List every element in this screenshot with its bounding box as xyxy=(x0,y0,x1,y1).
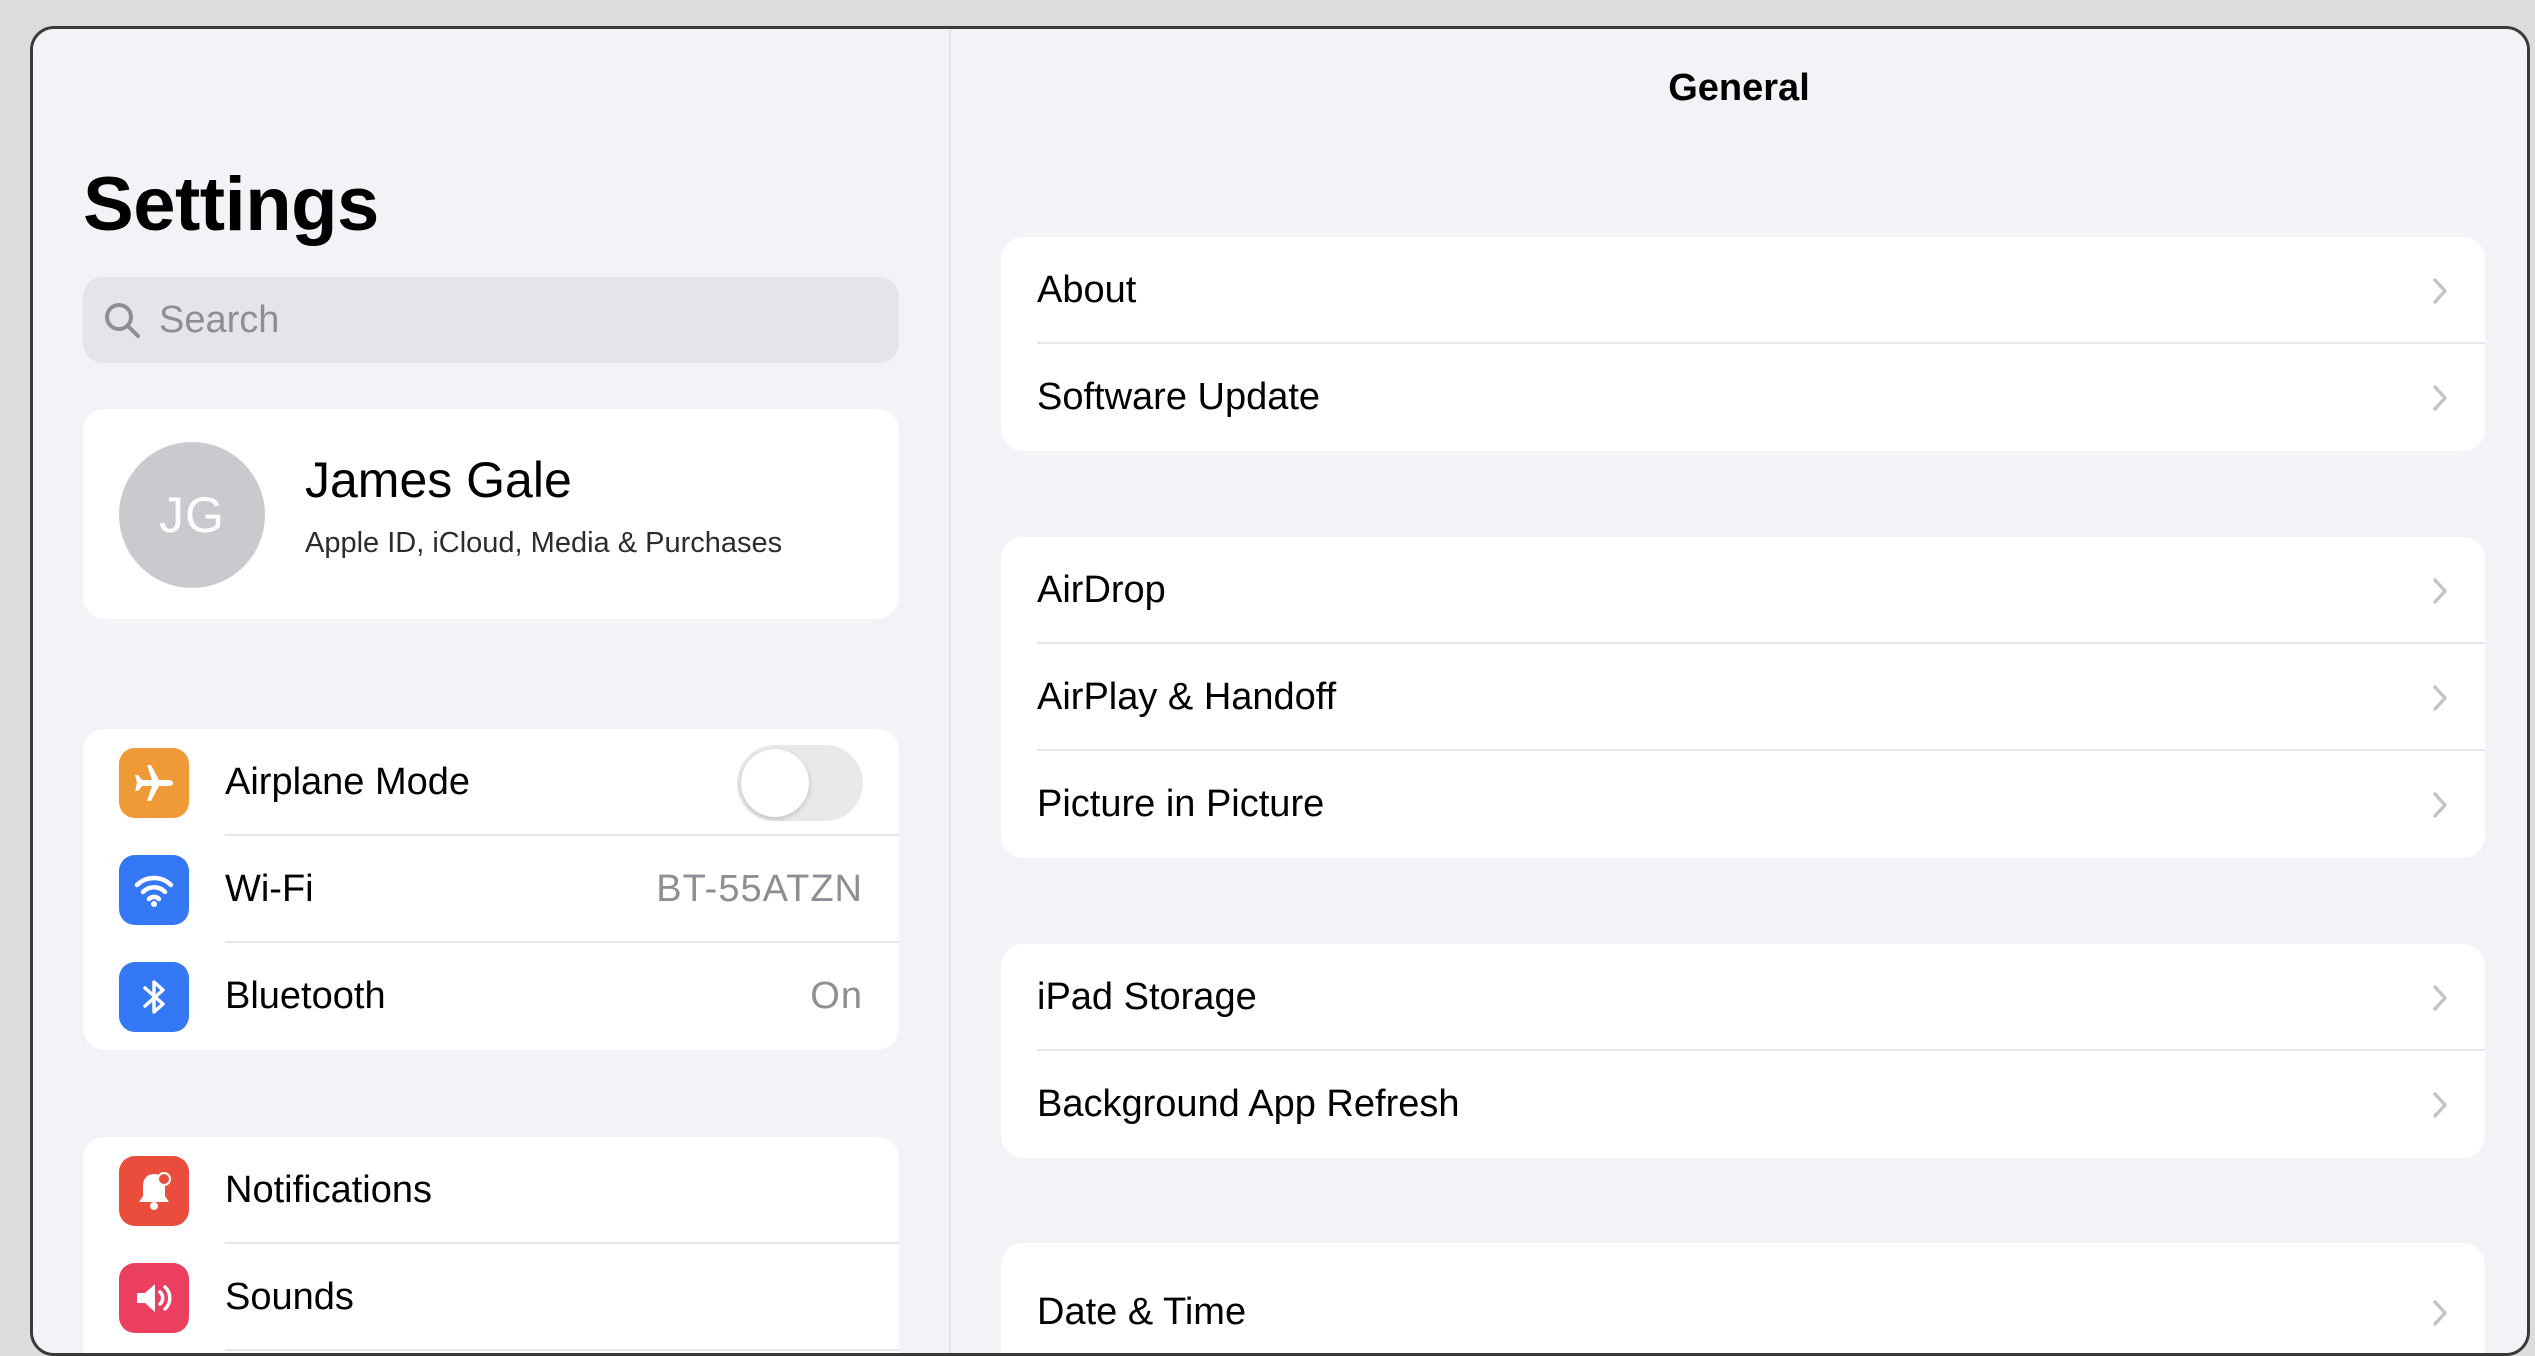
general-group-3: iPad Storage Background App Refresh xyxy=(1001,944,2485,1158)
chevron-right-icon xyxy=(2431,983,2449,1013)
search-field[interactable]: Search xyxy=(83,277,899,363)
sidebar-item-airplane-mode[interactable]: Airplane Mode xyxy=(83,729,899,836)
general-group-4: Date & Time xyxy=(1001,1243,2485,1353)
general-item-background-app-refresh[interactable]: Background App Refresh xyxy=(1001,1051,2485,1158)
general-item-airdrop[interactable]: AirDrop xyxy=(1001,537,2485,644)
airplane-icon xyxy=(119,747,189,818)
general-item-label: Picture in Picture xyxy=(1037,783,1325,825)
general-item-label: Background App Refresh xyxy=(1037,1083,1460,1125)
general-group-1: About Software Update xyxy=(1001,237,2485,451)
divider xyxy=(225,1349,899,1351)
page-title: General xyxy=(1668,67,1810,109)
general-item-airplay-handoff[interactable]: AirPlay & Handoff xyxy=(1001,644,2485,751)
general-item-label: About xyxy=(1037,269,1137,311)
search-placeholder: Search xyxy=(159,298,280,341)
general-item-label: Date & Time xyxy=(1037,1291,1247,1333)
general-item-label: AirDrop xyxy=(1037,569,1166,611)
general-group-2: AirDrop AirPlay & Handoff Picture in Pic… xyxy=(1001,537,2485,858)
detail-pane: General About Software Update AirDrop Ai… xyxy=(951,29,2527,1353)
sidebar-item-sounds[interactable]: Sounds xyxy=(83,1244,899,1351)
profile-name: James Gale xyxy=(305,452,572,508)
profile-subtitle: Apple ID, iCloud, Media & Purchases xyxy=(305,527,783,559)
chevron-right-icon xyxy=(2431,576,2449,606)
wifi-icon xyxy=(119,854,189,925)
search-icon xyxy=(101,299,143,341)
chevron-right-icon xyxy=(2431,1298,2449,1328)
general-item-ipad-storage[interactable]: iPad Storage xyxy=(1001,944,2485,1051)
general-item-label: AirPlay & Handoff xyxy=(1037,676,1337,718)
apple-id-profile[interactable]: JG James Gale Apple ID, iCloud, Media & … xyxy=(83,409,899,619)
bluetooth-status: On xyxy=(810,975,863,1017)
general-item-about[interactable]: About xyxy=(1001,237,2485,344)
general-item-software-update[interactable]: Software Update xyxy=(1001,344,2485,451)
speaker-icon xyxy=(119,1262,189,1333)
settings-window: Settings Search JG James Gale Apple ID, … xyxy=(30,26,2530,1356)
toggle-knob xyxy=(741,748,809,817)
sidebar-item-label: Airplane Mode xyxy=(225,761,471,803)
bell-icon xyxy=(119,1155,189,1226)
sidebar-item-notifications[interactable]: Notifications xyxy=(83,1137,899,1244)
sidebar-item-label: Bluetooth xyxy=(225,975,386,1017)
chevron-right-icon xyxy=(2431,683,2449,713)
chevron-right-icon xyxy=(2431,276,2449,306)
sidebar-item-label: Notifications xyxy=(225,1169,432,1211)
airplane-mode-toggle[interactable] xyxy=(737,744,863,821)
avatar: JG xyxy=(119,442,265,588)
sidebar-item-label: Sounds xyxy=(225,1276,354,1318)
sidebar-item-label: Wi-Fi xyxy=(225,868,314,910)
bluetooth-icon xyxy=(119,961,189,1032)
sidebar-title: Settings xyxy=(83,162,379,247)
sidebar: Settings Search JG James Gale Apple ID, … xyxy=(33,29,951,1353)
general-item-picture-in-picture[interactable]: Picture in Picture xyxy=(1001,751,2485,858)
connectivity-group: Airplane Mode Wi-Fi BT-55ATZN Bluetooth … xyxy=(83,729,899,1050)
chevron-right-icon xyxy=(2431,790,2449,820)
sidebar-item-bluetooth[interactable]: Bluetooth On xyxy=(83,943,899,1050)
general-item-label: iPad Storage xyxy=(1037,976,1257,1018)
general-item-label: Software Update xyxy=(1037,376,1321,418)
chevron-right-icon xyxy=(2431,383,2449,413)
sidebar-item-wifi[interactable]: Wi-Fi BT-55ATZN xyxy=(83,836,899,943)
wifi-network-name: BT-55ATZN xyxy=(656,868,863,910)
chevron-right-icon xyxy=(2431,1090,2449,1120)
alerts-group: Notifications Sounds xyxy=(83,1137,899,1353)
general-item-date-time[interactable]: Date & Time xyxy=(1001,1259,2485,1353)
